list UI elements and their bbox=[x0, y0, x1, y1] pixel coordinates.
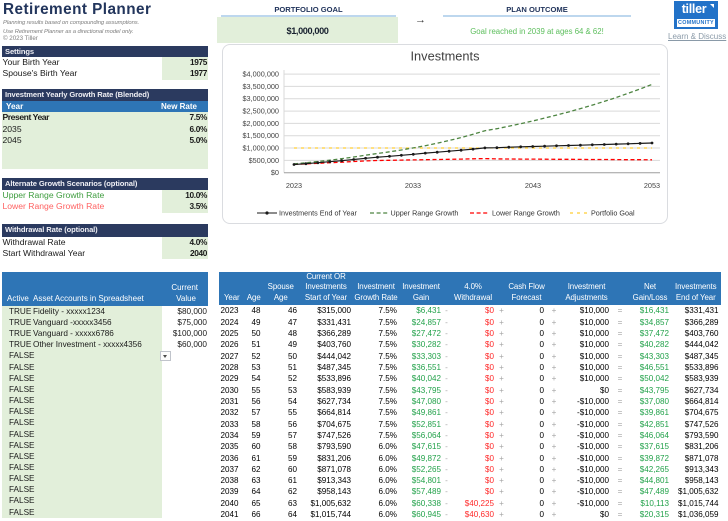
svg-text:$3,500,000: $3,500,000 bbox=[242, 82, 279, 91]
svg-text:2033: 2033 bbox=[405, 181, 421, 190]
svg-text:$4,000,000: $4,000,000 bbox=[242, 70, 279, 79]
svg-text:$2,500,000: $2,500,000 bbox=[242, 107, 279, 116]
svg-text:$2,000,000: $2,000,000 bbox=[242, 119, 279, 128]
svg-text:Portfolio Goal: Portfolio Goal bbox=[591, 209, 635, 218]
svg-text:$500,000: $500,000 bbox=[249, 156, 279, 165]
svg-text:Upper Range Growth: Upper Range Growth bbox=[391, 209, 459, 218]
svg-text:$0: $0 bbox=[271, 168, 279, 177]
svg-text:Investments End of Year: Investments End of Year bbox=[279, 209, 358, 218]
svg-text:2053: 2053 bbox=[644, 181, 660, 190]
svg-text:Investments: Investments bbox=[411, 49, 480, 64]
svg-text:$3,000,000: $3,000,000 bbox=[242, 94, 279, 103]
svg-text:Lower Range Growth: Lower Range Growth bbox=[492, 209, 560, 218]
svg-text:2023: 2023 bbox=[286, 181, 302, 190]
svg-text:2043: 2043 bbox=[525, 181, 541, 190]
svg-text:$1,500,000: $1,500,000 bbox=[242, 131, 279, 140]
svg-text:$1,000,000: $1,000,000 bbox=[242, 144, 279, 153]
